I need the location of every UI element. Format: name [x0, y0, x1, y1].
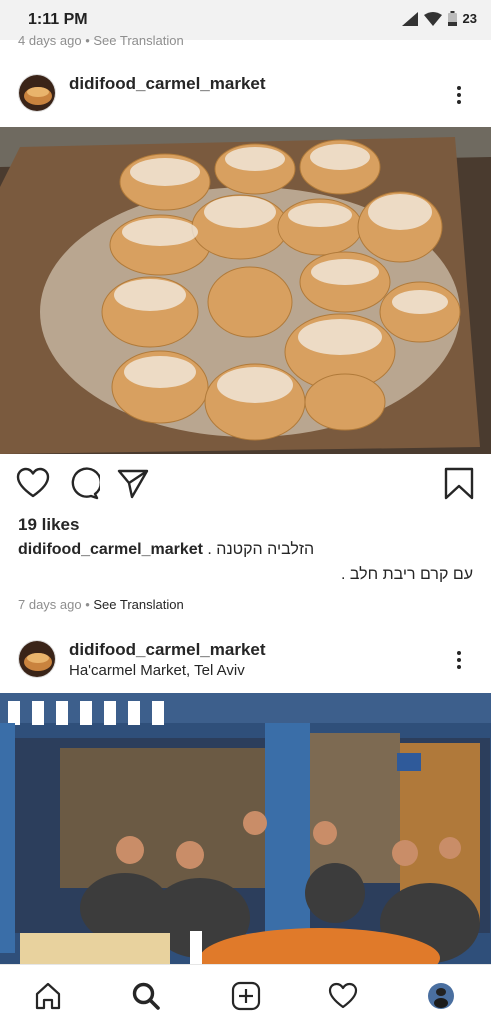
more-options-button[interactable]: [449, 80, 469, 110]
signal-icon: [401, 11, 418, 26]
caption-text: הזלביה הקטנה .: [207, 541, 315, 558]
post-username[interactable]: didifood_carmel_market: [69, 74, 266, 94]
post-header: didifood_carmel_market: [0, 64, 491, 124]
post-actions: [0, 466, 491, 506]
battery-level: 23: [462, 11, 477, 26]
post-meta: 7 days ago • See Translation: [18, 597, 184, 612]
post-location[interactable]: Ha'carmel Market, Tel Aviv: [69, 662, 245, 679]
battery-icon: [447, 11, 457, 26]
heart-icon[interactable]: [326, 979, 360, 1013]
wifi-icon: [423, 11, 442, 26]
post-username[interactable]: didifood_carmel_market: [69, 640, 266, 660]
status-time: 1:11 PM: [28, 11, 88, 28]
avatar[interactable]: [18, 640, 56, 678]
like-icon[interactable]: [16, 466, 50, 502]
avatar[interactable]: [18, 74, 56, 112]
share-icon[interactable]: [116, 466, 150, 502]
bookmark-icon[interactable]: [442, 466, 476, 502]
post-header: didifood_carmel_market Ha'carmel Market,…: [0, 630, 491, 690]
post-time: 7 days ago: [18, 597, 82, 612]
post-caption: didifood_carmel_market הזלביה הקטנה .: [18, 541, 314, 559]
more-options-button[interactable]: [449, 645, 469, 675]
profile-avatar[interactable]: [424, 979, 458, 1013]
comment-icon[interactable]: [66, 466, 102, 502]
post-image[interactable]: [0, 693, 491, 964]
bottom-nav: [0, 964, 491, 1024]
caption-username[interactable]: didifood_carmel_market: [18, 541, 203, 558]
search-icon[interactable]: [129, 979, 163, 1013]
caption-text-line2: עם קרם ריבת חלב .: [340, 566, 473, 583]
see-translation-link[interactable]: See Translation: [93, 597, 183, 612]
home-icon[interactable]: [31, 979, 65, 1013]
likes-count[interactable]: 19 likes: [18, 515, 79, 535]
post-image[interactable]: [0, 127, 491, 454]
previous-post-meta: 4 days ago • See Translation: [18, 33, 184, 48]
add-icon[interactable]: [229, 979, 263, 1013]
